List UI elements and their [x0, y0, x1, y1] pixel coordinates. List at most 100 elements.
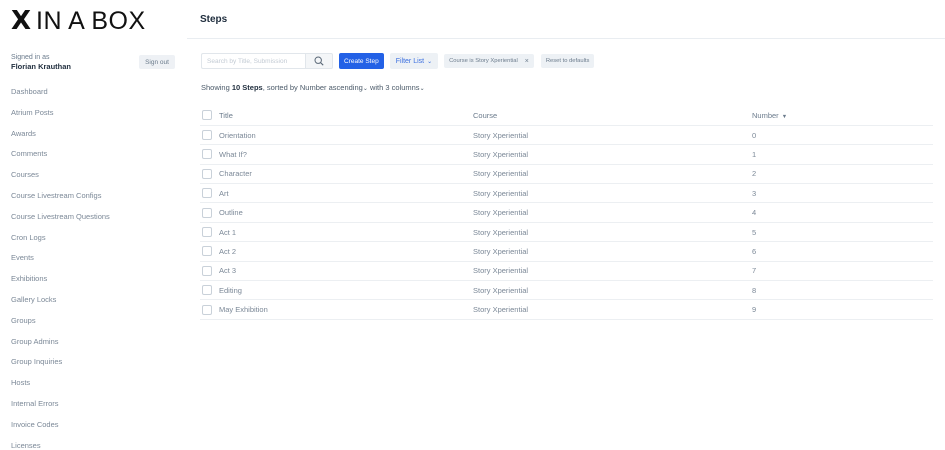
sidebar-item-courses[interactable]: Courses — [11, 165, 110, 186]
row-select-cell — [200, 299, 219, 320]
sidebar-item-cron-logs[interactable]: Cron Logs — [11, 228, 110, 249]
cell-course: Story Xperiential — [473, 299, 752, 320]
sidebar-item-groups[interactable]: Groups — [11, 311, 110, 332]
cell-course: Story Xperiential — [473, 183, 752, 204]
table-row[interactable]: May Exhibition Story Xperiential 9 — [200, 299, 933, 320]
search-icon — [314, 56, 324, 66]
row-select-cell — [200, 241, 219, 262]
sidebar-item-course-livestream-questions[interactable]: Course Livestream Questions — [11, 207, 110, 228]
filter-list-button[interactable]: Filter List ⌄ — [389, 53, 439, 69]
sidebar-item-gallery-locks[interactable]: Gallery Locks — [11, 290, 110, 311]
list-summary: Showing 10 Steps, sorted by Number ascen… — [201, 83, 425, 92]
sort-descending-icon: ▼ — [781, 113, 788, 120]
table-row[interactable]: What If? Story Xperiential 1 — [200, 144, 933, 165]
table-row[interactable]: Art Story Xperiential 3 — [200, 183, 933, 204]
sidebar-item-invoice-codes[interactable]: Invoice Codes — [11, 415, 110, 436]
row-checkbox[interactable] — [202, 246, 212, 257]
row-checkbox[interactable] — [202, 188, 212, 199]
cell-title[interactable]: What If? — [219, 144, 473, 165]
signed-in-label: Signed in as — [11, 54, 50, 61]
cell-number: 1 — [752, 144, 933, 165]
cell-number: 6 — [752, 241, 933, 262]
steps-table: Title Course Number ▼ Orientation Story Xp… — [200, 106, 933, 320]
row-checkbox[interactable] — [202, 227, 212, 238]
column-header-course[interactable]: Course — [473, 106, 752, 126]
table-row[interactable]: Character Story Xperiential 2 — [200, 164, 933, 185]
row-select-cell — [200, 144, 219, 165]
logo-text: IN A BOX — [36, 7, 146, 35]
cell-number: 4 — [752, 202, 933, 223]
sidebar-item-dashboard[interactable]: Dashboard — [11, 82, 110, 103]
chevron-down-icon: ⌄ — [419, 86, 425, 92]
table-row[interactable]: Act 3 Story Xperiential 7 — [200, 261, 933, 282]
cell-title[interactable]: Editing — [219, 280, 473, 301]
search-input[interactable] — [201, 53, 305, 69]
sidebar: X IN A BOX Signed in as Florian Krauthan… — [0, 0, 187, 450]
list-toolbar: Create Step Filter List ⌄ Course is Stor… — [201, 53, 595, 69]
chevron-down-icon: ⌄ — [427, 58, 433, 65]
sidebar-item-internal-errors[interactable]: Internal Errors — [11, 394, 110, 415]
sign-out-button[interactable]: Sign out — [139, 55, 175, 69]
sidebar-item-course-livestream-configs[interactable]: Course Livestream Configs — [11, 186, 110, 207]
row-checkbox[interactable] — [202, 285, 212, 296]
select-all-checkbox[interactable] — [202, 110, 212, 121]
cell-title[interactable]: Act 2 — [219, 241, 473, 262]
row-checkbox[interactable] — [202, 130, 212, 141]
chevron-down-icon: ⌄ — [362, 86, 368, 92]
sidebar-item-atrium-posts[interactable]: Atrium Posts — [11, 103, 110, 124]
cell-title[interactable]: Act 1 — [219, 222, 473, 243]
column-header-number[interactable]: Number ▼ — [752, 106, 933, 126]
sidebar-item-events[interactable]: Events — [11, 248, 110, 269]
row-select-cell — [200, 125, 219, 146]
cell-title[interactable]: May Exhibition — [219, 299, 473, 320]
table-row[interactable]: Editing Story Xperiential 8 — [200, 280, 933, 301]
sidebar-item-group-inquiries[interactable]: Group Inquiries — [11, 352, 110, 373]
table-row[interactable]: Orientation Story Xperiential 0 — [200, 125, 933, 146]
row-checkbox[interactable] — [202, 304, 212, 315]
sidebar-item-exhibitions[interactable]: Exhibitions — [11, 269, 110, 290]
create-step-button[interactable]: Create Step — [339, 53, 384, 69]
cell-title[interactable]: Act 3 — [219, 261, 473, 282]
row-checkbox[interactable] — [202, 265, 212, 276]
signed-in-user-name: Florian Krauthan — [11, 62, 72, 71]
table-row[interactable]: Act 2 Story Xperiential 6 — [200, 241, 933, 262]
cell-number: 7 — [752, 261, 933, 282]
column-header-number-label: Number — [752, 110, 779, 120]
sort-field-label: Number ascending — [299, 83, 363, 92]
cell-number: 5 — [752, 222, 933, 243]
cell-title[interactable]: Character — [219, 164, 473, 185]
row-select-cell — [200, 261, 219, 282]
reset-defaults-button[interactable]: Reset to defaults — [540, 54, 595, 68]
active-filter-tag[interactable]: Course is Story Xperiential × — [444, 54, 534, 68]
app-logo[interactable]: X IN A BOX — [11, 8, 146, 34]
cell-number: 2 — [752, 164, 933, 185]
sidebar-item-awards[interactable]: Awards — [11, 124, 110, 145]
active-filter-label: Course is Story Xperiential — [449, 58, 518, 64]
sidebar-item-hosts[interactable]: Hosts — [11, 373, 110, 394]
search-button[interactable] — [305, 53, 333, 69]
row-checkbox[interactable] — [202, 168, 212, 179]
table-row[interactable]: Act 1 Story Xperiential 5 — [200, 222, 933, 243]
column-header-title[interactable]: Title — [219, 106, 473, 126]
sidebar-item-comments[interactable]: Comments — [11, 144, 110, 165]
sidebar-item-group-admins[interactable]: Group Admins — [11, 332, 110, 353]
cell-number: 9 — [752, 299, 933, 320]
filter-list-label: Filter List — [395, 57, 425, 65]
row-checkbox[interactable] — [202, 149, 212, 160]
cell-course: Story Xperiential — [473, 280, 752, 301]
cell-course: Story Xperiential — [473, 125, 752, 146]
sort-dropdown[interactable]: Number ascending⌄ — [300, 83, 370, 92]
cell-title[interactable]: Art — [219, 183, 473, 204]
row-checkbox[interactable] — [202, 207, 212, 218]
cell-course: Story Xperiential — [473, 144, 752, 165]
cell-title[interactable]: Outline — [219, 202, 473, 223]
columns-label: 3 columns — [385, 83, 420, 92]
sidebar-item-licenses[interactable]: Licenses — [11, 436, 110, 450]
table-row[interactable]: Outline Story Xperiential 4 — [200, 202, 933, 223]
cell-number: 8 — [752, 280, 933, 301]
search-group — [201, 53, 333, 69]
row-select-cell — [200, 222, 219, 243]
cell-title[interactable]: Orientation — [219, 125, 473, 146]
close-icon[interactable]: × — [525, 58, 529, 65]
columns-dropdown[interactable]: 3 columns⌄ — [385, 83, 424, 92]
